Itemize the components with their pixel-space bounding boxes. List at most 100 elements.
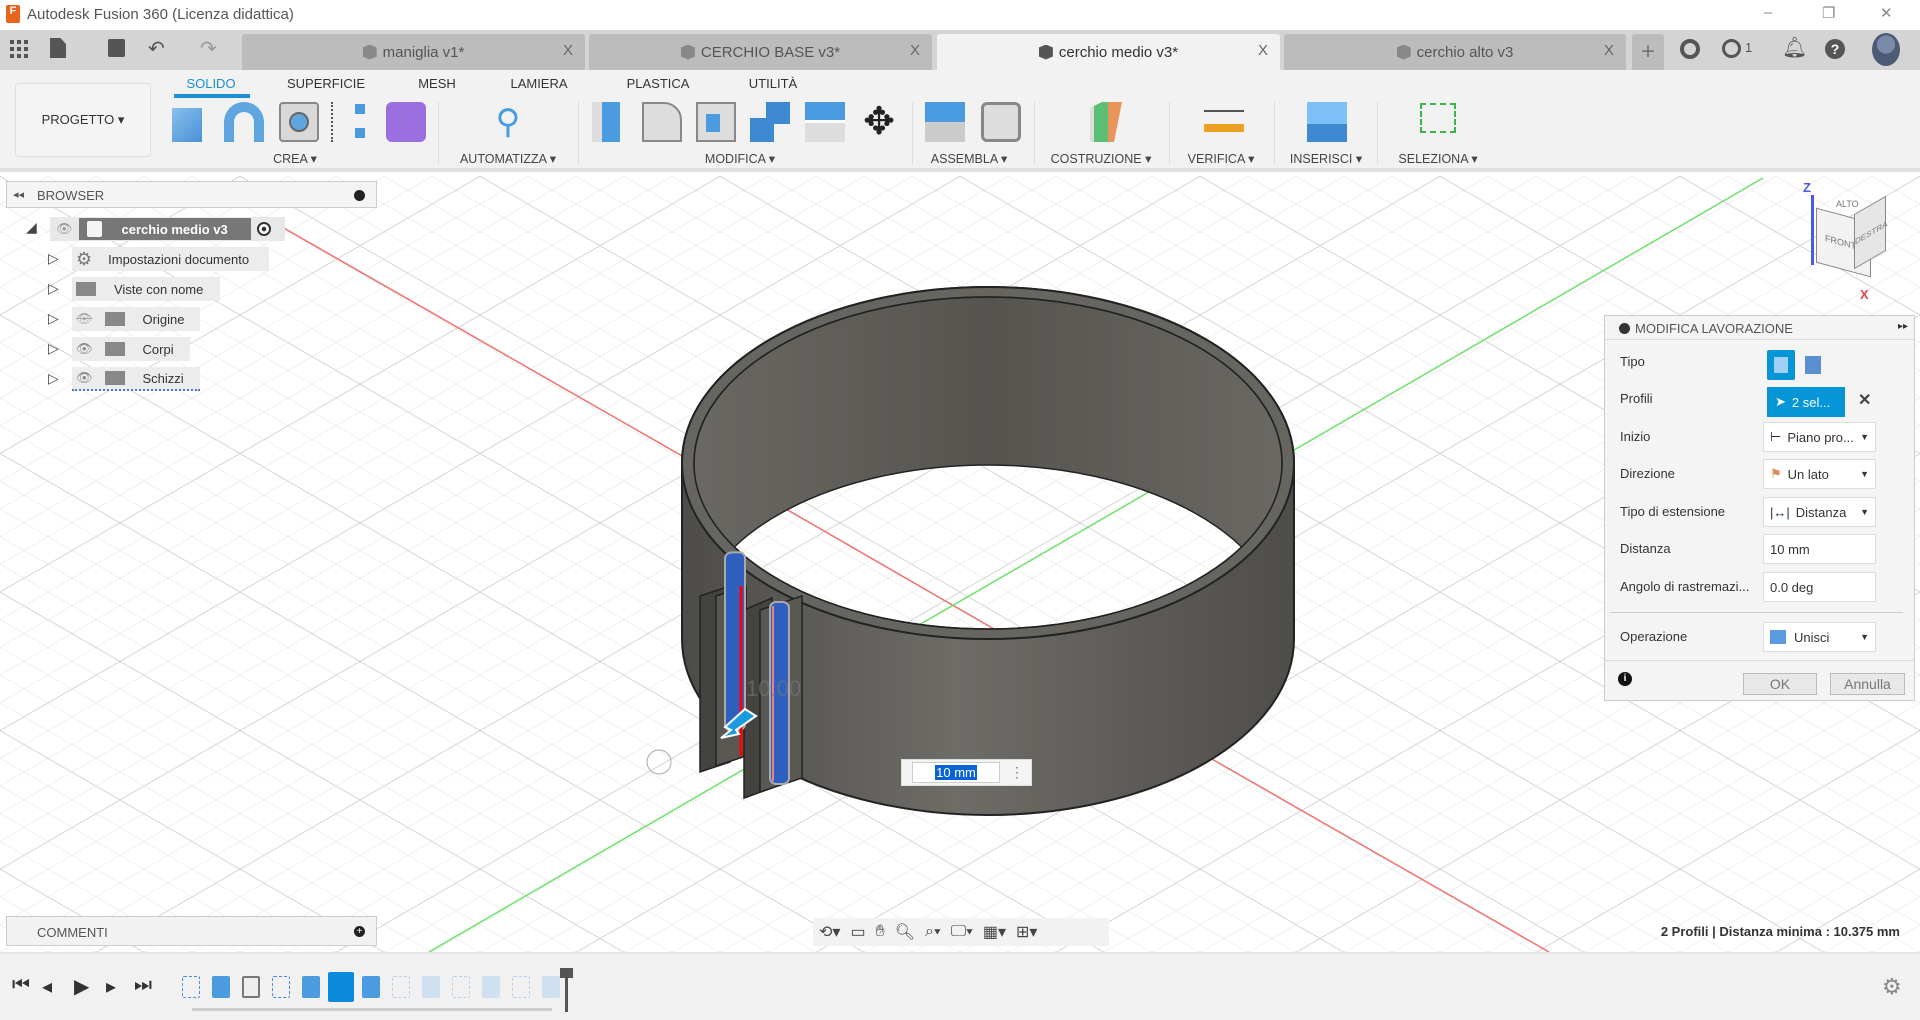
hole-icon[interactable] (279, 102, 319, 142)
timeline-extrude-suppressed-icon[interactable] (422, 976, 440, 998)
restore-button[interactable]: ❐ (1822, 4, 1835, 22)
close-tab-button[interactable]: X (1604, 42, 1614, 59)
tab-lamiera[interactable]: LAMIERA (510, 76, 567, 91)
collapse-panel-icon[interactable]: ◂◂ (13, 188, 24, 201)
group-modifica[interactable]: MODIFICA ▾ (705, 151, 775, 166)
close-tab-button[interactable]: X (910, 42, 920, 59)
distance-manipulator-input[interactable]: 10 mm ⋮ (901, 759, 1032, 786)
redo-icon[interactable]: ↷ (200, 36, 217, 61)
window-select-icon[interactable] (1420, 103, 1456, 133)
timeline-settings-gear-icon[interactable]: ⚙ (1882, 974, 1902, 1000)
cancel-button[interactable]: Annulla (1830, 673, 1905, 695)
tab-cerchio-base[interactable]: CERCHIO BASE v3* X (589, 34, 932, 70)
tab-plastica[interactable]: PLASTICA (627, 76, 690, 91)
pattern-icon[interactable] (331, 102, 371, 142)
measure-icon[interactable] (1204, 110, 1244, 132)
timeline-extrude-icon[interactable] (212, 976, 230, 998)
play-icon[interactable]: ▶ (74, 974, 89, 999)
new-component-icon[interactable] (925, 102, 965, 142)
timeline-sketch-suppressed-icon[interactable] (512, 976, 530, 998)
taper-angle-input[interactable]: 0.0 deg (1763, 572, 1876, 602)
direction-select[interactable]: ⚑ Un lato ▼ (1763, 459, 1876, 489)
timeline-extrude-suppressed-icon[interactable] (542, 976, 560, 998)
press-pull-icon[interactable] (592, 102, 632, 142)
insert-image-icon[interactable] (1307, 102, 1347, 142)
hidden-eye-icon[interactable]: 👁︎ (76, 311, 93, 327)
timeline-extrude-suppressed-icon[interactable] (482, 976, 500, 998)
sync-icon[interactable] (1680, 39, 1700, 59)
user-avatar[interactable] (1872, 33, 1900, 66)
tree-item-schizzi[interactable]: 👁︎ Schizzi (72, 367, 200, 391)
info-icon[interactable]: i (1618, 672, 1632, 686)
collapse-dialog-icon[interactable] (1619, 323, 1630, 334)
type-extrude-button[interactable] (1767, 350, 1795, 380)
undo-icon[interactable]: ↶ (148, 36, 165, 61)
step-forward-icon[interactable]: ▸ (106, 974, 116, 999)
ok-button[interactable]: OK (1743, 673, 1817, 695)
new-tab-button[interactable]: + (1632, 34, 1664, 70)
tab-superficie[interactable]: SUPERFICIE (287, 76, 365, 91)
pan-hand-icon[interactable]: ✋︎ (876, 923, 885, 941)
group-automatizza[interactable]: AUTOMATIZZA ▾ (460, 151, 556, 166)
tree-item-viste[interactable]: Viste con nome (72, 277, 220, 301)
tab-mesh[interactable]: MESH (418, 76, 456, 91)
grid-settings-icon[interactable]: ▦▾ (983, 922, 1006, 942)
group-seleziona[interactable]: SELEZIONA ▾ (1398, 151, 1477, 166)
viewports-icon[interactable]: ⊞▾ (1016, 922, 1037, 942)
clear-selection-icon[interactable]: ✕ (1858, 390, 1871, 410)
look-at-icon[interactable]: ▭ (850, 922, 865, 942)
close-tab-button[interactable]: X (563, 42, 573, 59)
joint-icon[interactable] (981, 102, 1021, 142)
close-window-button[interactable]: ✕ (1880, 4, 1893, 22)
dialog-header[interactable]: MODIFICA LAVORAZIONE ▸▸ (1605, 316, 1914, 340)
expand-triangle-icon[interactable]: ▷ (48, 340, 59, 357)
fillet-icon[interactable] (642, 102, 682, 142)
split-body-icon[interactable] (805, 102, 845, 142)
tree-item-corpi[interactable]: 👁︎ Corpi (72, 337, 190, 361)
combine-icon[interactable] (750, 102, 790, 142)
tree-item-origine[interactable]: 👁︎ Origine (72, 307, 200, 331)
tree-root[interactable]: 👁︎ cerchio medio v3 (50, 217, 285, 241)
start-select[interactable]: ⊢ Piano pro... ▼ (1763, 422, 1876, 452)
operation-select[interactable]: Unisci ▼ (1763, 622, 1876, 652)
tree-item-impostazioni[interactable]: ⚙ Impostazioni documento (72, 247, 269, 271)
zoom-icon[interactable]: 🔍︎ (895, 922, 915, 942)
tab-utilita[interactable]: UTILITÀ (749, 76, 797, 91)
apps-grid-icon[interactable] (10, 40, 28, 58)
view-cube-right[interactable]: DESTRA (1854, 195, 1887, 270)
project-workspace-button[interactable]: PROGETTO ▾ (15, 83, 151, 157)
more-options-icon[interactable]: ⋮ (1010, 764, 1024, 781)
automate-icon[interactable]: ⚲ (488, 102, 528, 142)
group-assembla[interactable]: ASSEMBLA ▾ (931, 151, 1007, 166)
browser-panel-header[interactable]: ◂◂ BROWSER (6, 181, 377, 208)
group-costruzione[interactable]: COSTRUZIONE ▾ (1051, 151, 1152, 166)
offset-plane-icon[interactable] (1090, 102, 1122, 142)
view-cube[interactable]: FRONTE DESTRA ALTO Z X (1803, 180, 1887, 302)
extent-type-select[interactable]: |↔| Distanza ▼ (1763, 497, 1876, 527)
tab-cerchio-medio[interactable]: cerchio medio v3* X (937, 34, 1280, 70)
visibility-eye-icon[interactable]: 👁︎ (56, 221, 73, 237)
job-status-icon[interactable] (1722, 39, 1741, 58)
distance-input[interactable]: 10 mm (1763, 534, 1876, 564)
tab-cerchio-alto[interactable]: cerchio alto v3 X (1284, 34, 1626, 70)
minimize-button[interactable]: – (1764, 4, 1772, 21)
comments-panel[interactable]: COMMENTI + (6, 916, 377, 946)
minimize-panel-icon[interactable] (354, 190, 365, 201)
orbit-icon[interactable]: ⟲▾ (819, 922, 840, 942)
move-icon[interactable]: ✥ (859, 102, 899, 142)
timeline-sketch-icon[interactable] (182, 976, 200, 998)
type-thin-extrude-button[interactable] (1805, 356, 1821, 374)
expand-triangle-icon[interactable]: ▷ (48, 280, 59, 297)
timeline-extrude-icon[interactable] (302, 976, 320, 998)
profiles-selection-button[interactable]: ➤ 2 sel... (1767, 387, 1845, 417)
extrude-icon[interactable] (172, 108, 202, 142)
expand-triangle-icon[interactable]: ▷ (48, 250, 59, 267)
fit-icon[interactable]: ⌕▾ (925, 923, 941, 941)
group-inserisci[interactable]: INSERISCI ▾ (1290, 151, 1362, 166)
step-back-icon[interactable]: ◂ (42, 974, 52, 999)
save-icon[interactable] (108, 39, 125, 57)
revolve-icon[interactable] (224, 102, 264, 142)
help-icon[interactable]: ? (1825, 39, 1845, 59)
file-icon[interactable] (50, 38, 66, 58)
timeline-sketch-active-icon[interactable] (328, 972, 354, 1002)
